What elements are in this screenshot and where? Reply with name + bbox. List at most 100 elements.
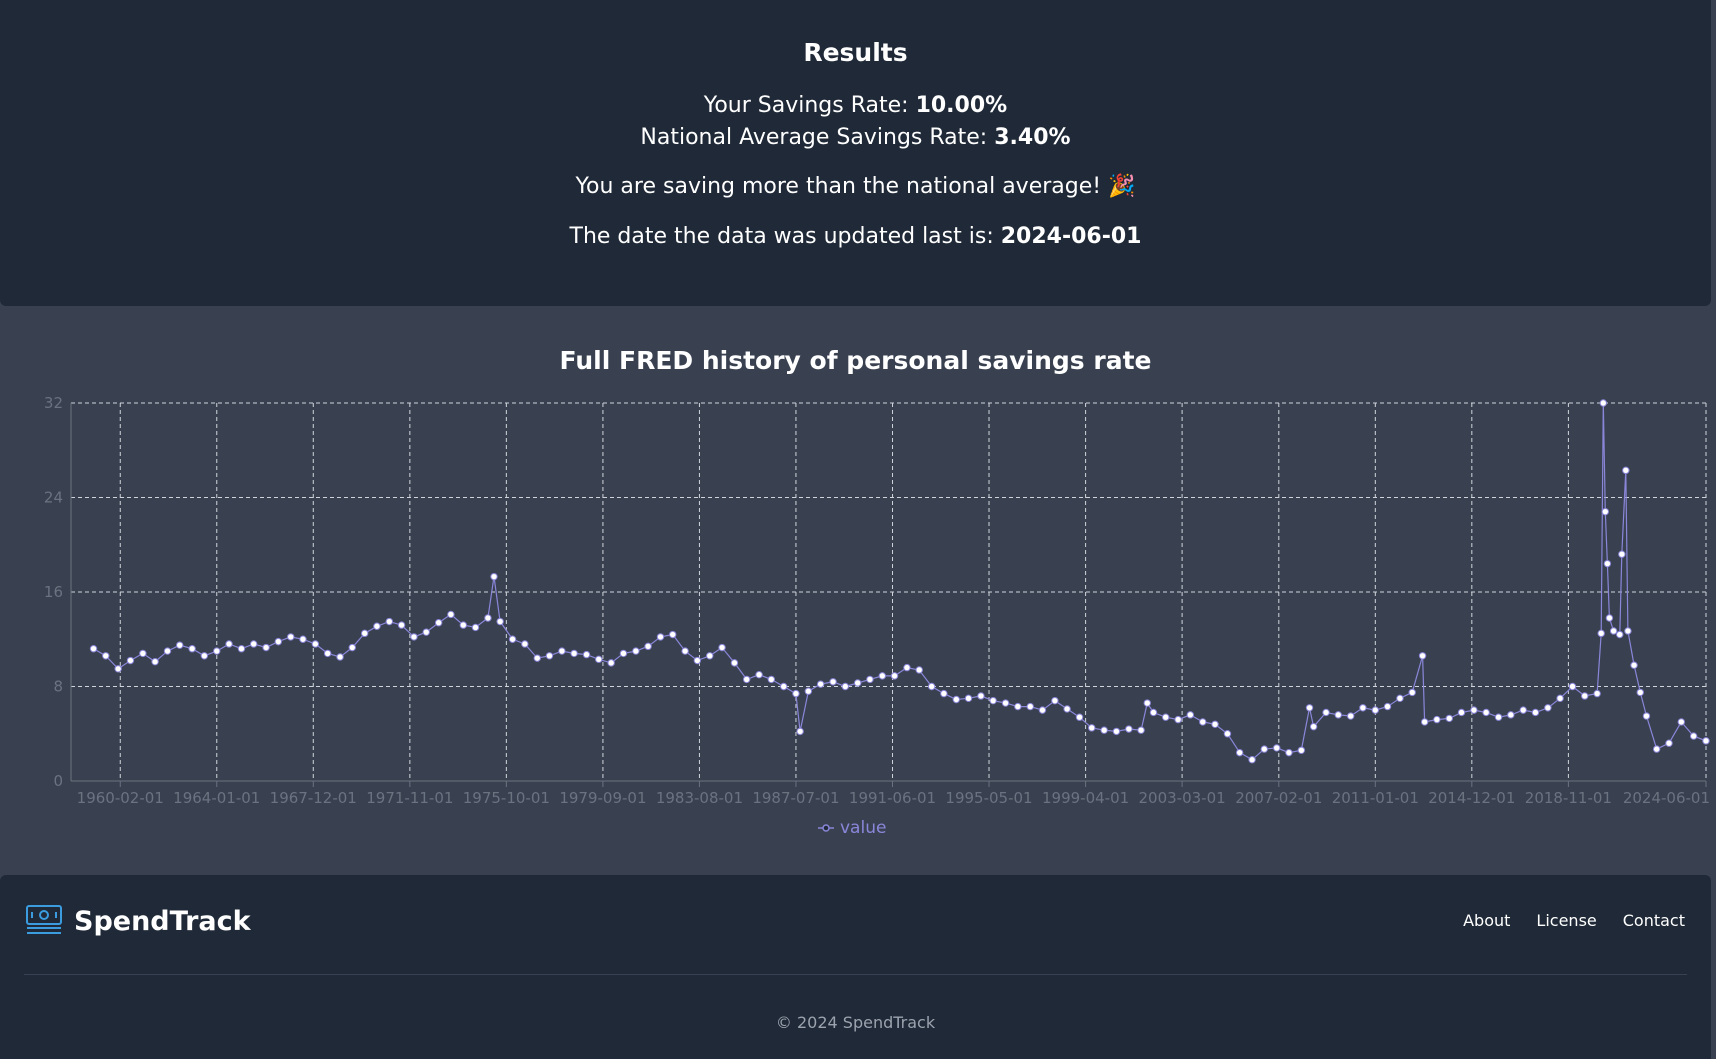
data-point — [989, 696, 997, 705]
data-point — [1482, 708, 1490, 717]
x-tick-label: 1960-02-01 — [77, 789, 164, 807]
data-point — [1248, 756, 1256, 764]
data-point — [311, 640, 320, 648]
x-tick-label: 2014-12-01 — [1428, 789, 1515, 807]
data-point — [1322, 708, 1330, 717]
data-point — [582, 650, 591, 659]
nav-contact-link[interactable]: Contact — [1623, 911, 1685, 930]
series-line — [93, 402, 1707, 761]
data-point — [1494, 713, 1503, 721]
data-point — [459, 621, 468, 629]
data-point — [1112, 727, 1121, 736]
data-point — [151, 657, 159, 666]
data-point — [1174, 715, 1182, 724]
data-point — [508, 635, 517, 643]
data-point — [1652, 745, 1661, 753]
data-point — [1544, 704, 1552, 712]
data-point — [1420, 718, 1429, 726]
comparison-message: You are saving more than the national av… — [575, 174, 1136, 199]
data-point — [533, 654, 541, 662]
data-point — [1556, 694, 1564, 703]
data-point — [1383, 702, 1392, 711]
national-rate-value: 3.40% — [994, 125, 1071, 150]
data-point — [225, 640, 233, 648]
data-point — [1599, 399, 1607, 407]
y-tick-label: 16 — [44, 583, 63, 601]
data-point — [706, 652, 714, 660]
data-point — [1609, 627, 1618, 635]
data-point — [336, 653, 344, 661]
data-point — [1408, 688, 1416, 697]
data-point — [1470, 706, 1478, 714]
savings-rate-chart: 0 8 16 24 32 1960-02-01 1964-01-01 1967-12-01 19… — [44, 394, 1710, 807]
data-point — [1051, 696, 1059, 705]
legend-line-icon — [818, 824, 834, 832]
data-point — [1334, 711, 1342, 719]
brand-name: SpendTrack — [74, 905, 251, 937]
data-point — [200, 652, 209, 660]
data-point — [780, 682, 788, 691]
data-point — [1100, 726, 1108, 734]
results-title: Results — [803, 38, 908, 67]
your-savings-rate: Your Savings Rate: 10.00% — [0, 93, 1711, 118]
data-point — [373, 622, 381, 630]
data-point — [853, 679, 862, 687]
data-point — [89, 645, 98, 653]
x-tick-label: 1967-12-01 — [270, 789, 357, 807]
x-tick-label: 1983-08-01 — [656, 789, 743, 807]
data-point — [915, 666, 923, 674]
data-point — [1125, 725, 1133, 733]
data-point — [1507, 711, 1515, 719]
data-point — [767, 675, 776, 684]
data-point — [755, 670, 763, 679]
brand[interactable]: SpendTrack — [26, 905, 251, 937]
data-point — [1396, 694, 1404, 703]
money-icon — [26, 905, 62, 934]
data-point — [1689, 732, 1698, 740]
data-point — [1162, 713, 1170, 721]
x-tick-label: 2018-11-01 — [1525, 789, 1612, 807]
data-point — [545, 652, 554, 660]
data-point — [1597, 629, 1605, 638]
data-point — [1273, 744, 1281, 752]
chart-legend[interactable]: value — [818, 818, 886, 838]
data-point — [1297, 746, 1306, 754]
data-point — [1642, 712, 1651, 720]
data-point — [1137, 726, 1145, 734]
data-point — [1457, 708, 1466, 717]
x-tick-label: 1987-07-01 — [752, 789, 839, 807]
data-point — [1618, 550, 1626, 558]
data-point — [114, 665, 122, 673]
data-point — [644, 642, 652, 651]
data-point — [1014, 702, 1022, 711]
nav-license-link[interactable]: License — [1536, 911, 1596, 930]
data-point — [1581, 692, 1589, 700]
data-point — [730, 659, 739, 667]
data-point — [1038, 706, 1047, 714]
your-rate-value: 10.00% — [915, 93, 1008, 118]
data-point — [1418, 652, 1427, 660]
data-point — [1603, 559, 1612, 568]
data-point — [595, 655, 603, 664]
data-point — [742, 675, 751, 684]
data-point — [1211, 720, 1219, 728]
data-point — [792, 689, 800, 698]
data-point — [1309, 722, 1318, 731]
data-point — [1624, 627, 1632, 635]
data-point — [139, 649, 147, 658]
data-point — [718, 643, 726, 652]
data-point — [890, 672, 899, 680]
data-point — [1063, 705, 1071, 713]
data-point — [1622, 466, 1630, 475]
data-point — [1568, 682, 1577, 691]
updated-label: The date the data was updated last is: — [569, 224, 994, 249]
data-point — [632, 647, 640, 655]
data-point — [1088, 724, 1096, 732]
data-point — [841, 682, 849, 691]
x-tick-label: 2024-06-01 — [1623, 789, 1710, 807]
data-point — [796, 727, 804, 736]
data-point — [693, 656, 702, 665]
nav-about-link[interactable]: About — [1463, 911, 1510, 930]
data-point — [1305, 704, 1314, 712]
x-tick-label: 1999-04-01 — [1042, 789, 1129, 807]
